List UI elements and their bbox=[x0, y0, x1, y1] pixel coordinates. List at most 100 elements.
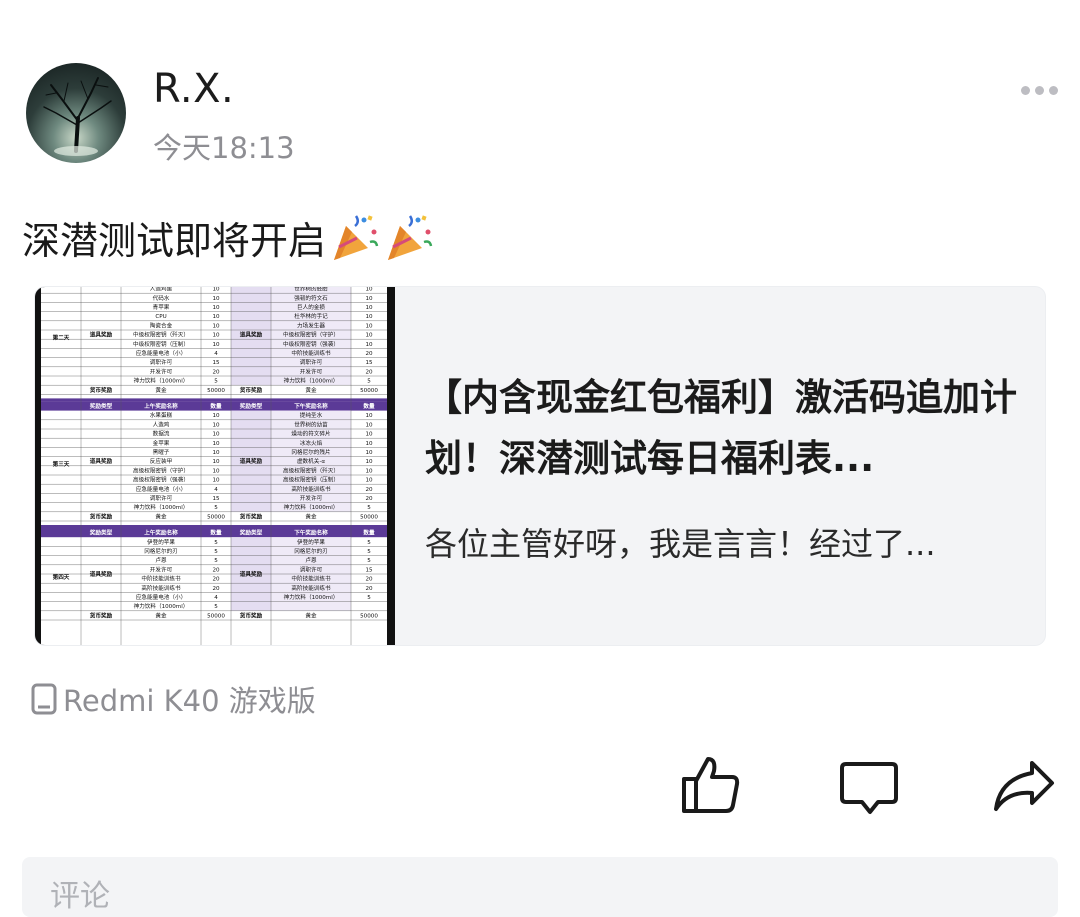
sheet-cell-text: 4 bbox=[214, 487, 218, 493]
sheet-cell-text: 调职许可 bbox=[300, 565, 323, 573]
sheet-cell-text: 应急能量电池（小） bbox=[136, 349, 186, 357]
sheet-type-label: 道具奖励 bbox=[90, 331, 113, 339]
sheet-type-label: 道具奖励 bbox=[240, 331, 263, 339]
sheet-cell-text: 50000 bbox=[360, 388, 378, 394]
sheet-cell-text: 50000 bbox=[207, 388, 225, 394]
sheet-cell-text: 中阶技能训练书 bbox=[291, 349, 331, 357]
sheet-cell-text: 20 bbox=[365, 351, 373, 357]
sheet-cell-text: 黄金 bbox=[155, 386, 167, 394]
sheet-cell-text: 20 bbox=[212, 586, 220, 592]
card-thumbnail: 人造鸡蛋 10 世界树的胚胎 10 代码水 10 强韧的符文石 10 青苹果 10 巨人的金损 10 C… bbox=[35, 287, 395, 645]
comment-input[interactable]: 评论 bbox=[22, 857, 1058, 917]
sheet-cell-text: 中级权限密钥（歼灭） bbox=[133, 331, 189, 339]
sheet-cell-text: 10 bbox=[212, 450, 220, 456]
sheet-cell-text: 5 bbox=[214, 604, 218, 610]
sheet-cell-text: 10 bbox=[212, 468, 220, 474]
sheet-cell-text: 伊登的苹果 bbox=[297, 538, 325, 546]
phone-icon bbox=[31, 683, 57, 715]
sheet-cell-text: 5 bbox=[367, 549, 371, 555]
sheet-cell-text: 50000 bbox=[207, 613, 225, 619]
sheet-cell-text: 神力饮料（1000ml） bbox=[284, 377, 339, 385]
sheet-cell-text: 10 bbox=[365, 422, 373, 428]
sheet-header-text: 奖励类型 bbox=[240, 402, 263, 410]
sheet-cell-text: 10 bbox=[212, 296, 220, 302]
comment-icon[interactable] bbox=[838, 760, 900, 816]
sheet-cell-text: CPU bbox=[155, 314, 166, 320]
sheet-cell-text: 反应装甲 bbox=[150, 457, 172, 465]
sheet-cell-text: 10 bbox=[212, 422, 220, 428]
sheet-cell-text: 20 bbox=[212, 567, 220, 573]
author-name[interactable]: R.X. bbox=[153, 66, 234, 112]
sheet-cell-text: 20 bbox=[365, 586, 373, 592]
sheet-cell-text: 50000 bbox=[360, 514, 378, 520]
sheet-cell-text: 高级权限密钥（歼灭） bbox=[283, 466, 339, 474]
sheet-cell-text: 神力饮料（1000ml） bbox=[284, 593, 339, 601]
sheet-cell-text: 10 bbox=[212, 314, 220, 320]
sheet-cell-text: 黑曜子 bbox=[153, 449, 170, 456]
sheet-cell-text: 开发许可 bbox=[300, 494, 323, 502]
sheet-cell-text: 黄金 bbox=[305, 512, 317, 520]
sheet-cell-text: 10 bbox=[365, 323, 373, 329]
sheet-cell-text: 10 bbox=[212, 413, 220, 419]
sheet-cell-text: 10 bbox=[212, 441, 220, 447]
device-info: Redmi K40 游戏版 bbox=[31, 678, 316, 720]
sheet-cell-text: 5 bbox=[214, 505, 218, 511]
sheet-cell-text: 中级权限密钥（强袭） bbox=[283, 340, 339, 348]
sheet-cell-text: 青苹果 bbox=[153, 303, 170, 311]
sheet-cell-text: 10 bbox=[212, 432, 220, 438]
sheet-header-text: 奖励类型 bbox=[240, 529, 263, 537]
sheet-coin-label: 货币奖励 bbox=[239, 512, 263, 520]
share-icon[interactable] bbox=[992, 757, 1056, 813]
sheet-cell-text: 20 bbox=[365, 496, 373, 502]
sheet-header-text: 数量 bbox=[210, 402, 222, 410]
sheet-header-band bbox=[41, 525, 387, 528]
sheet-cell-text: 开发许可 bbox=[150, 367, 173, 375]
device-name: Redmi K40 游戏版 bbox=[63, 684, 316, 718]
sheet-cell-text: 冈格尼尔的刃 bbox=[144, 547, 178, 555]
sheet-cell-text: 神力饮料（1000ml） bbox=[134, 503, 189, 511]
sheet-cell-text: 调职许可 bbox=[150, 358, 173, 366]
sheet-cell-text: 10 bbox=[365, 287, 373, 293]
sheet-cell-text: 高级权限密钥（守护） bbox=[133, 466, 189, 474]
sheet-header-text: 数量 bbox=[363, 402, 375, 410]
sheet-day-label: 第三天 bbox=[52, 460, 70, 468]
sheet-coin-label: 货币奖励 bbox=[239, 386, 263, 394]
more-options-icon[interactable] bbox=[1021, 86, 1058, 95]
sheet-coin-label: 货币奖励 bbox=[89, 611, 113, 619]
sheet-cell-text: 5 bbox=[367, 540, 371, 546]
sheet-cell-text: 冰冻火焰 bbox=[300, 439, 323, 447]
sheet-cell-text: 水果蛋糕 bbox=[150, 411, 173, 419]
sheet-cell-text: 20 bbox=[212, 577, 220, 583]
sheet-cell-text: 金苹果 bbox=[153, 439, 170, 447]
sheet-cell-text: 黄金 bbox=[155, 611, 167, 619]
sheet-cell-text: 5 bbox=[214, 558, 218, 564]
sheet-cell-text: 50000 bbox=[360, 613, 378, 619]
sheet-cell-text: 10 bbox=[365, 468, 373, 474]
sheet-cell-text: 陶瓷合金 bbox=[150, 321, 173, 329]
sheet-header-text: 上午奖励名称 bbox=[144, 402, 178, 410]
sheet-cell-text: 15 bbox=[212, 360, 220, 366]
sheet-coin-label: 货币奖励 bbox=[89, 386, 113, 394]
sheet-cell-text: 5 bbox=[214, 379, 218, 385]
like-icon[interactable] bbox=[680, 753, 742, 815]
sheet-cell-text: 黄金 bbox=[305, 611, 317, 619]
sheet-cell-text: 高级权限密钥（强袭） bbox=[133, 476, 189, 484]
sheet-header-band bbox=[41, 398, 387, 402]
author-avatar[interactable] bbox=[26, 63, 126, 163]
sheet-cell-text: 应急能量电池（小） bbox=[136, 485, 186, 493]
sheet-cell-text: 10 bbox=[365, 450, 373, 456]
sheet-cell-text: 世界树的胚胎 bbox=[294, 287, 328, 293]
link-card[interactable]: 人造鸡蛋 10 世界树的胚胎 10 代码水 10 强韧的符文石 10 青苹果 10 巨人的金损 10 C… bbox=[35, 287, 1045, 645]
sheet-cell-text: 中级权限密钥（守护） bbox=[283, 331, 339, 339]
sheet-cell-text: 20 bbox=[365, 369, 373, 375]
sheet-cell-text: 5 bbox=[367, 595, 371, 601]
sheet-cell-text: 神力饮料（1000ml） bbox=[284, 503, 339, 511]
sheet-cell-text: 10 bbox=[365, 314, 373, 320]
sheet-cell-text: 10 bbox=[365, 413, 373, 419]
sheet-cell-text: 10 bbox=[365, 342, 373, 348]
sheet-type-label: 道具奖励 bbox=[240, 457, 263, 465]
sheet-header-text: 数量 bbox=[210, 529, 222, 537]
sheet-cell-text: 10 bbox=[365, 478, 373, 484]
sheet-cell-text: 10 bbox=[365, 441, 373, 447]
sheet-header-text: 上午奖励名称 bbox=[144, 529, 178, 537]
